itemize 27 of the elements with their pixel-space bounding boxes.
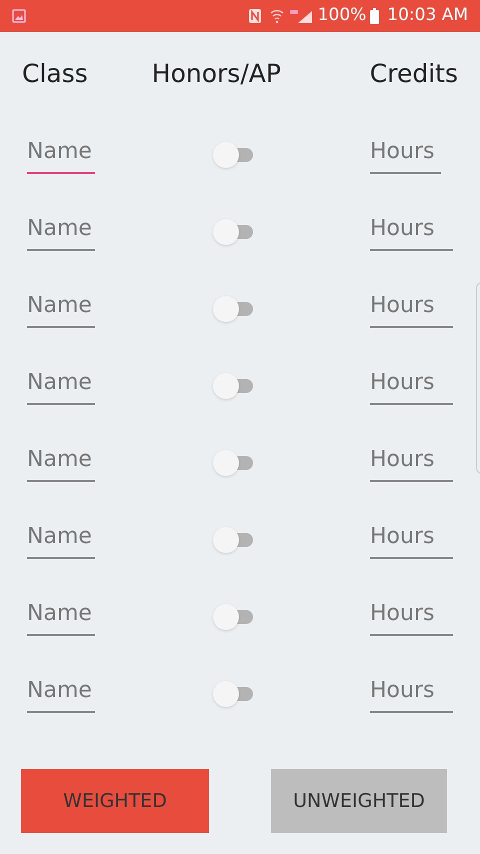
credit-hours-field[interactable]: Hours [370, 674, 453, 713]
column-header: Credits [370, 58, 458, 90]
wifi-icon [270, 8, 284, 24]
class-name-field[interactable]: Name [27, 520, 95, 559]
class-name-field[interactable]: Name [27, 443, 95, 482]
class-name-field[interactable]: Name [27, 597, 95, 636]
column-header: Honors/AP [152, 58, 281, 90]
class-name-field[interactable]: Name [27, 212, 95, 251]
battery-icon [370, 8, 380, 24]
class-name-field[interactable]: Name [27, 289, 95, 328]
column-header: Class [22, 58, 88, 90]
credit-hours-field[interactable]: Hours [370, 135, 441, 174]
credit-hours-field[interactable]: Hours [370, 289, 453, 328]
picture-icon [12, 9, 26, 23]
credit-hours-field[interactable]: Hours [370, 520, 453, 559]
nfc-icon [248, 8, 262, 24]
credit-hours-field[interactable]: Hours [370, 366, 453, 405]
signal-icon [288, 8, 314, 24]
clock: 10:03 AM [387, 4, 468, 28]
credit-hours-field[interactable]: Hours [370, 597, 453, 636]
unweighted-button[interactable]: UNWEIGHTED [271, 769, 447, 833]
class-name-field[interactable]: Name [27, 674, 95, 713]
credit-hours-field[interactable]: Hours [370, 443, 453, 482]
class-name-field[interactable]: Name [27, 366, 95, 405]
credit-hours-field[interactable]: Hours [370, 212, 453, 251]
class-name-field[interactable]: Name [27, 135, 95, 174]
battery-percent: 100% [318, 4, 366, 28]
